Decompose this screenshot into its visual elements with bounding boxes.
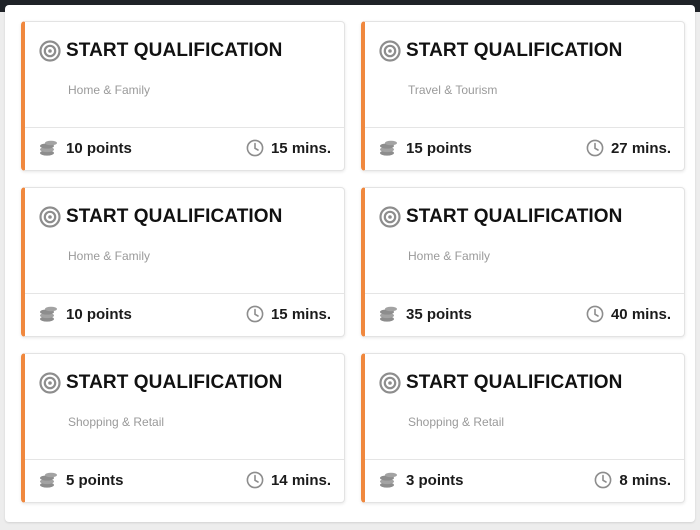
card-footer: 3 points 8 mins.: [365, 458, 684, 502]
title-row: START QUALIFICATION: [39, 372, 283, 394]
qualification-card[interactable]: START QUALIFICATION Home & Family 35 poi…: [361, 187, 685, 337]
qualification-card[interactable]: START QUALIFICATION Home & Family 10 poi…: [21, 187, 345, 337]
points-info: 3 points: [379, 471, 464, 489]
card-header: START QUALIFICATION Travel & Tourism: [365, 22, 684, 128]
card-footer: 10 points 15 mins.: [25, 292, 344, 336]
card-category: Home & Family: [68, 249, 151, 263]
points-value: 35 points: [406, 305, 472, 323]
duration-info: 40 mins.: [586, 305, 671, 323]
duration-value: 15 mins.: [270, 139, 331, 157]
card-footer: 5 points 14 mins.: [25, 458, 344, 502]
target-icon: [379, 40, 401, 62]
coins-icon: [40, 306, 57, 322]
points-info: 10 points: [39, 305, 132, 323]
card-title[interactable]: START QUALIFICATION: [66, 40, 283, 62]
target-icon: [39, 40, 61, 62]
title-row: START QUALIFICATION: [39, 40, 283, 62]
card-footer: 10 points 15 mins.: [25, 126, 344, 170]
points-value: 5 points: [66, 471, 124, 489]
qualification-card[interactable]: START QUALIFICATION Travel & Tourism 15 …: [361, 21, 685, 171]
card-category: Shopping & Retail: [68, 415, 165, 429]
duration-info: 15 mins.: [246, 305, 331, 323]
duration-value: 40 mins.: [610, 305, 671, 323]
target-icon: [39, 206, 61, 228]
qualification-card[interactable]: START QUALIFICATION Home & Family 10 poi…: [21, 21, 345, 171]
clock-icon: [246, 471, 264, 489]
points-info: 5 points: [39, 471, 124, 489]
coins-icon: [380, 472, 397, 488]
duration-value: 15 mins.: [270, 305, 331, 323]
card-title[interactable]: START QUALIFICATION: [66, 372, 283, 394]
points-value: 15 points: [406, 139, 472, 157]
clock-icon: [594, 471, 612, 489]
title-row: START QUALIFICATION: [379, 206, 623, 228]
clock-icon: [246, 139, 264, 157]
card-header: START QUALIFICATION Shopping & Retail: [365, 354, 684, 460]
qualification-card[interactable]: START QUALIFICATION Shopping & Retail 3 …: [361, 353, 685, 503]
target-icon: [379, 372, 401, 394]
points-value: 10 points: [66, 139, 132, 157]
title-row: START QUALIFICATION: [379, 372, 623, 394]
coins-icon: [40, 472, 57, 488]
card-title[interactable]: START QUALIFICATION: [406, 40, 623, 62]
clock-icon: [246, 305, 264, 323]
qualification-grid: START QUALIFICATION Home & Family 10 poi…: [21, 21, 686, 503]
card-category: Travel & Tourism: [408, 83, 498, 97]
coins-icon: [380, 140, 397, 156]
duration-value: 8 mins.: [619, 471, 671, 489]
card-title[interactable]: START QUALIFICATION: [406, 372, 623, 394]
clock-icon: [586, 305, 604, 323]
card-header: START QUALIFICATION Shopping & Retail: [25, 354, 344, 460]
title-row: START QUALIFICATION: [379, 40, 623, 62]
qualification-card[interactable]: START QUALIFICATION Shopping & Retail 5 …: [21, 353, 345, 503]
points-info: 10 points: [39, 139, 132, 157]
card-title[interactable]: START QUALIFICATION: [66, 206, 283, 228]
points-value: 3 points: [406, 471, 464, 489]
title-row: START QUALIFICATION: [39, 206, 283, 228]
card-category: Home & Family: [68, 83, 151, 97]
target-icon: [39, 372, 61, 394]
card-header: START QUALIFICATION Home & Family: [25, 188, 344, 294]
target-icon: [379, 206, 401, 228]
card-category: Home & Family: [408, 249, 491, 263]
card-header: START QUALIFICATION Home & Family: [25, 22, 344, 128]
qualifications-panel: START QUALIFICATION Home & Family 10 poi…: [5, 5, 695, 522]
coins-icon: [380, 306, 397, 322]
clock-icon: [586, 139, 604, 157]
duration-info: 27 mins.: [586, 139, 671, 157]
coins-icon: [40, 140, 57, 156]
duration-info: 15 mins.: [246, 139, 331, 157]
duration-info: 14 mins.: [246, 471, 331, 489]
points-info: 15 points: [379, 139, 472, 157]
points-value: 10 points: [66, 305, 132, 323]
card-footer: 15 points 27 mins.: [365, 126, 684, 170]
points-info: 35 points: [379, 305, 472, 323]
duration-info: 8 mins.: [594, 471, 671, 489]
card-category: Shopping & Retail: [408, 415, 505, 429]
card-footer: 35 points 40 mins.: [365, 292, 684, 336]
card-title[interactable]: START QUALIFICATION: [406, 206, 623, 228]
duration-value: 14 mins.: [270, 471, 331, 489]
duration-value: 27 mins.: [610, 139, 671, 157]
card-header: START QUALIFICATION Home & Family: [365, 188, 684, 294]
